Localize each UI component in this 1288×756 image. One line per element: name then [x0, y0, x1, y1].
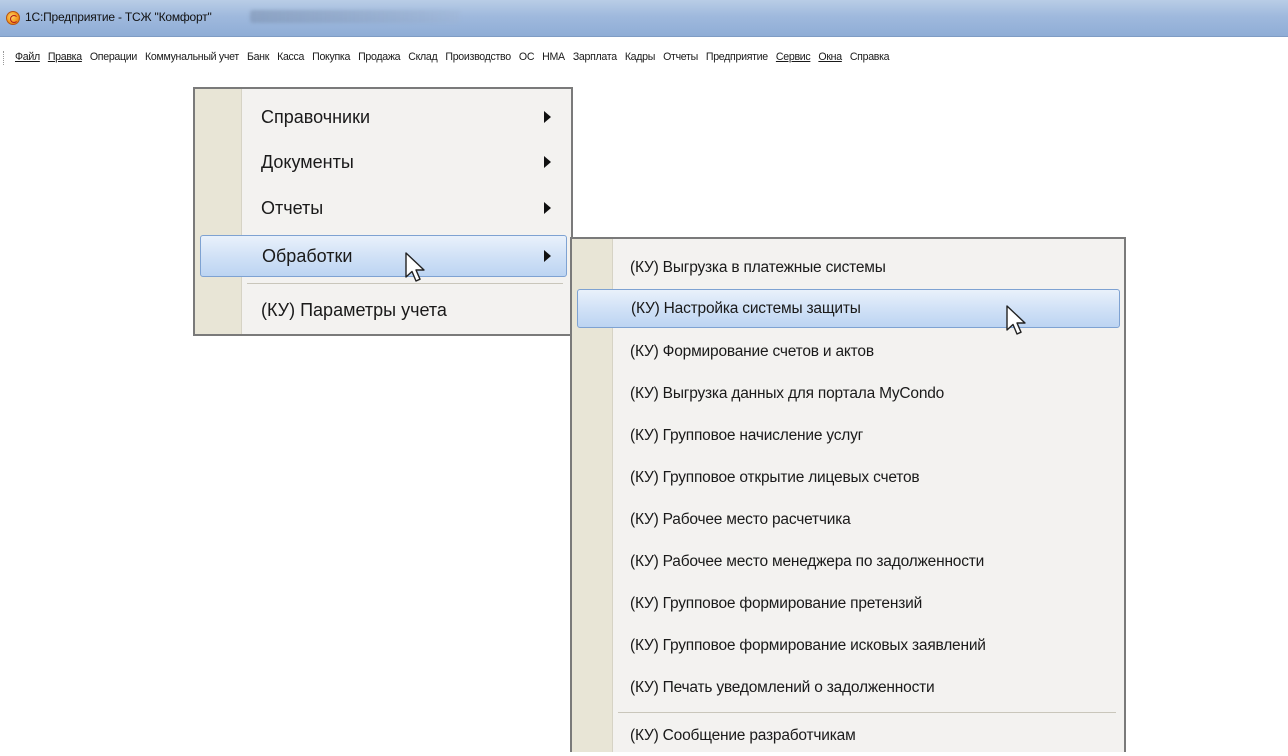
menu-item-otchety[interactable]: Отчеты	[195, 186, 571, 230]
submenu-arrow-icon	[544, 111, 551, 123]
menubar-item[interactable]: Производство	[441, 50, 514, 64]
menu-item-label: (КУ) Групповое формирование претензий	[630, 594, 923, 612]
menubar-item[interactable]: Банк	[243, 50, 273, 64]
menubar-item[interactable]: Зарплата	[569, 50, 621, 64]
menubar-item[interactable]: Кадры	[621, 50, 659, 64]
menu-item-label: (КУ) Настройка системы защиты	[631, 299, 861, 317]
popup-menu-main: Справочники Документы Отчеты Обработки (…	[193, 87, 573, 336]
mouse-pointer-icon	[405, 252, 425, 282]
menubar-item[interactable]: Продажа	[354, 50, 404, 64]
menu-item-label: (КУ) Параметры учета	[261, 299, 447, 320]
submenu-arrow-icon	[544, 250, 551, 262]
window-title: 1С:Предприятие - ТСЖ "Комфорт"	[25, 10, 212, 24]
menu-item-label: (КУ) Групповое начисление услуг	[630, 426, 864, 444]
submenu-item-otkrytie-litsevyh[interactable]: (КУ) Групповое открытие лицевых счетов	[572, 457, 1124, 498]
submenu-arrow-icon	[544, 156, 551, 168]
submenu-item-vygruzka-platezhnye[interactable]: (КУ) Выгрузка в платежные системы	[572, 247, 1124, 288]
mouse-pointer-icon	[1006, 305, 1026, 335]
menu-item-label: Обработки	[262, 245, 353, 266]
menubar-item[interactable]: ОС	[515, 50, 538, 64]
submenu-item-rabochee-mesto-menedzhera[interactable]: (КУ) Рабочее место менеджера по задолжен…	[572, 541, 1124, 582]
menu-item-label: (КУ) Групповое формирование исковых заяв…	[630, 636, 986, 654]
menubar-item[interactable]: НМА	[538, 50, 569, 64]
menu-item-dokumenty[interactable]: Документы	[195, 140, 571, 184]
submenu-item-gruppovoe-nachislenie[interactable]: (КУ) Групповое начисление услуг	[572, 415, 1124, 456]
menubar-item[interactable]: Окна	[814, 50, 845, 64]
submenu-item-formirovanie-pretenziy[interactable]: (КУ) Групповое формирование претензий	[572, 583, 1124, 624]
menu-item-spravochniki[interactable]: Справочники	[195, 95, 571, 139]
menubar-item[interactable]: Справка	[846, 50, 893, 64]
submenu-item-soobshchenie-razrabotchikam[interactable]: (КУ) Сообщение разработчикам	[572, 715, 1124, 756]
menubar-item[interactable]: Операции	[86, 50, 141, 64]
menubar-item[interactable]: Склад	[404, 50, 441, 64]
menu-item-label: (КУ) Печать уведомлений о задолженности	[630, 678, 935, 696]
submenu-item-pechat-uvedomleniy[interactable]: (КУ) Печать уведомлений о задолженности	[572, 667, 1124, 708]
toolbar-grip[interactable]	[3, 51, 7, 65]
menu-bar-items: Файл Правка Операции Коммунальный учет Банк К…	[11, 50, 893, 64]
menu-item-label: (КУ) Формирование счетов и актов	[630, 342, 874, 360]
menubar-item[interactable]: Правка	[44, 50, 86, 64]
menu-item-label: (КУ) Сообщение разработчикам	[630, 726, 856, 744]
menubar-item[interactable]: Касса	[273, 50, 308, 64]
submenu-item-vygruzka-mycondo[interactable]: (КУ) Выгрузка данных для портала MyCondo	[572, 373, 1124, 414]
popup-menu-obrabotki: (КУ) Выгрузка в платежные системы (КУ) Н…	[570, 237, 1126, 752]
submenu-item-formirovanie-schetov[interactable]: (КУ) Формирование счетов и актов	[572, 331, 1124, 372]
menubar-item[interactable]: Сервис	[772, 50, 814, 64]
menubar-item[interactable]: Покупка	[308, 50, 354, 64]
submenu-arrow-icon	[544, 202, 551, 214]
title-blur	[250, 10, 460, 23]
menubar-item[interactable]: Файл	[11, 50, 44, 64]
menubar-item[interactable]: Отчеты	[659, 50, 702, 64]
menubar-item[interactable]: Предприятие	[702, 50, 772, 64]
menu-item-label: (КУ) Выгрузка данных для портала MyCondo	[630, 384, 945, 402]
title-bar: 1С:Предприятие - ТСЖ "Комфорт"	[0, 0, 1288, 37]
menu-item-label: Справочники	[261, 106, 371, 127]
menu-item-label: (КУ) Рабочее место менеджера по задолжен…	[630, 552, 985, 570]
menu-separator	[618, 712, 1116, 713]
menu-item-obrabotki[interactable]: Обработки	[200, 235, 567, 277]
menu-item-label: (КУ) Выгрузка в платежные системы	[630, 258, 886, 276]
main-menu-bar: Файл Правка Операции Коммунальный учет Банк К…	[0, 37, 1288, 87]
1c-app-icon	[6, 11, 20, 25]
submenu-item-rabochee-mesto-raschetchika[interactable]: (КУ) Рабочее место расчетчика	[572, 499, 1124, 540]
menu-item-label: Отчеты	[261, 197, 324, 218]
menubar-item[interactable]: Коммунальный учет	[141, 50, 243, 64]
menu-item-label: Документы	[261, 151, 354, 172]
menu-item-label: (КУ) Групповое открытие лицевых счетов	[630, 468, 920, 486]
menu-item-parametry-ucheta[interactable]: (КУ) Параметры учета	[195, 288, 571, 332]
submenu-item-nastroika-zashchity[interactable]: (КУ) Настройка системы защиты	[577, 289, 1120, 328]
submenu-item-iskovye-zayavleniya[interactable]: (КУ) Групповое формирование исковых заяв…	[572, 625, 1124, 666]
menu-item-label: (КУ) Рабочее место расчетчика	[630, 510, 851, 528]
